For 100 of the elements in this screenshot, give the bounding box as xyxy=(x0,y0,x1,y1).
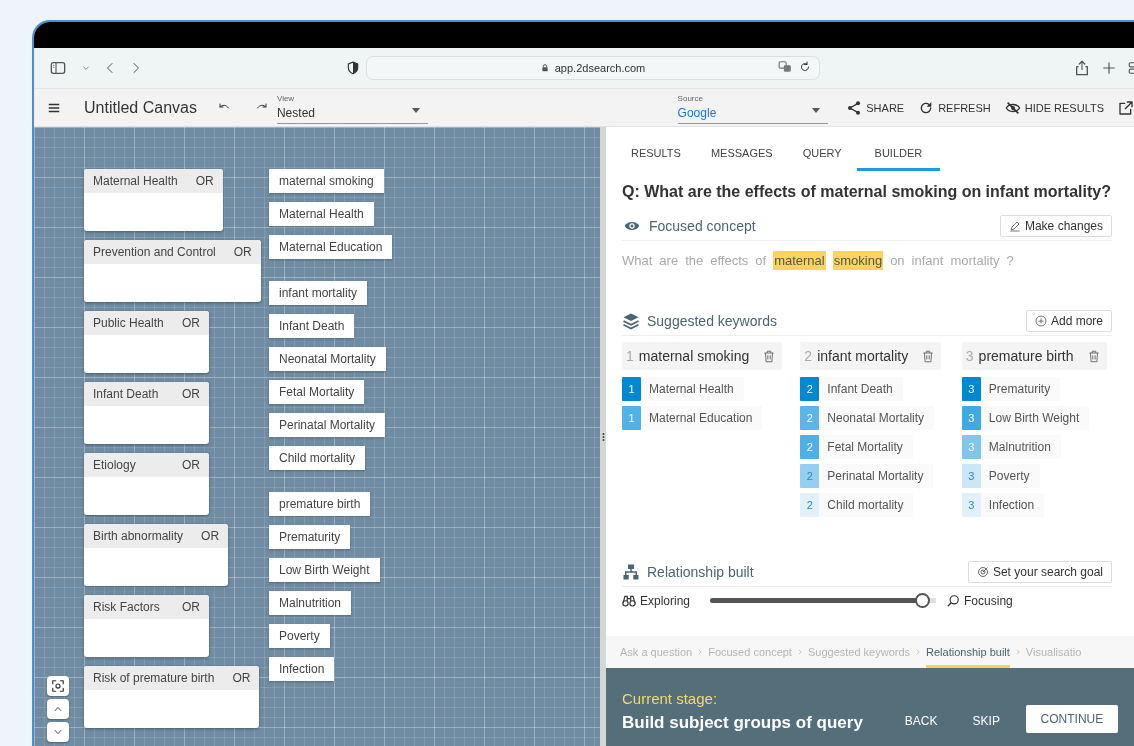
operator-label[interactable]: OR xyxy=(182,316,200,330)
keyword-item[interactable]: 3 Low Birth Weight xyxy=(961,406,1090,430)
address-bar[interactable]: app.2dsearch.com xyxy=(366,56,820,80)
keyword-item[interactable]: 2 Fetal Mortality xyxy=(800,435,913,459)
chevron-right-icon xyxy=(915,648,922,656)
open-external-icon[interactable] xyxy=(1118,99,1134,116)
translate-icon[interactable] xyxy=(777,60,793,74)
field-value: Google xyxy=(677,105,717,120)
section-title: Suggested keywords xyxy=(647,312,777,329)
group-card[interactable]: Risk Factors OR xyxy=(84,595,209,657)
chevron-up-icon xyxy=(52,704,64,714)
group-card[interactable]: Etiology OR xyxy=(84,453,209,515)
source-select[interactable]: Source Google xyxy=(677,91,829,124)
term-chip[interactable]: Maternal Health xyxy=(269,202,374,226)
share-button[interactable]: SHARE xyxy=(846,99,905,116)
keyword-item[interactable]: 3 Poverty xyxy=(961,464,1040,488)
stage-button[interactable]: SKIP xyxy=(972,714,1000,728)
group-card[interactable]: Maternal Health OR xyxy=(84,169,223,231)
share-icon xyxy=(846,99,863,116)
reload-icon[interactable] xyxy=(799,60,811,74)
operator-label[interactable]: OR xyxy=(201,529,220,543)
group-card[interactable]: Prevention and Control OR xyxy=(84,240,261,302)
term-chip[interactable]: Maternal Education xyxy=(269,235,393,259)
term-chip[interactable]: Infant Death xyxy=(269,314,355,338)
term-chip[interactable]: Poverty xyxy=(269,624,330,648)
tabs-icon[interactable] xyxy=(1128,61,1134,75)
chevron-right-icon xyxy=(1014,648,1021,656)
focus-icon xyxy=(51,679,65,693)
scroll-down-button[interactable] xyxy=(47,722,69,742)
term-chip[interactable]: maternal smoking xyxy=(269,169,384,193)
tab[interactable]: MESSAGES xyxy=(695,127,788,171)
trash-icon[interactable] xyxy=(762,348,777,364)
lock-icon xyxy=(540,63,549,73)
group-name: Maternal Health xyxy=(93,174,178,188)
keyword-badge: 1 xyxy=(622,377,641,401)
keyword-item[interactable]: 2 Infant Death xyxy=(800,377,903,401)
operator-label[interactable]: OR xyxy=(182,600,200,614)
term-chip[interactable]: premature birth xyxy=(269,492,371,516)
keyword-badge: 1 xyxy=(622,406,641,430)
drag-handle-icon[interactable] xyxy=(601,430,605,443)
slider-label: Focusing xyxy=(964,593,1013,608)
trash-icon[interactable] xyxy=(921,348,936,364)
share-icon[interactable] xyxy=(1074,59,1090,77)
stage-title: Build subject groups of query xyxy=(622,713,863,733)
keyword-name: premature birth xyxy=(978,348,1074,364)
trash-icon[interactable] xyxy=(1086,348,1101,364)
make-changes-button[interactable]: Make changes xyxy=(999,214,1112,237)
canvas-title: Untitled Canvas xyxy=(84,98,197,117)
group-name: Etiology xyxy=(93,458,136,472)
slider-label: Exploring xyxy=(640,593,691,608)
operator-label[interactable]: OR xyxy=(233,245,252,259)
search-icon xyxy=(946,593,961,608)
group-name: Prevention and Control xyxy=(93,245,216,259)
view-select[interactable]: View Nested xyxy=(276,91,428,124)
keyword-name: infant mortality xyxy=(817,348,909,364)
keyword-item[interactable]: 1 Maternal Health xyxy=(622,377,744,401)
group-card[interactable]: Risk of premature birth OR xyxy=(84,666,260,728)
plus-icon[interactable] xyxy=(1102,61,1116,75)
term-chip[interactable]: Malnutrition xyxy=(269,591,352,615)
search-goal-button[interactable]: Set your search goal xyxy=(967,560,1112,583)
term-chip[interactable]: Child mortality xyxy=(269,446,366,470)
term-chip[interactable]: Neonatal Mortality xyxy=(269,347,386,371)
stage-button[interactable]: BACK xyxy=(904,714,938,728)
sidebar-icon[interactable] xyxy=(48,60,68,76)
operator-label[interactable]: OR xyxy=(195,174,214,188)
keyword-item[interactable]: 2 Neonatal Mortality xyxy=(800,406,935,430)
keyword-item[interactable]: 3 Prematurity xyxy=(961,377,1061,401)
term-chip[interactable]: infant mortality xyxy=(269,281,368,305)
group-card[interactable]: Public Health OR xyxy=(84,311,209,373)
refresh-button[interactable]: REFRESH xyxy=(918,99,991,116)
group-card[interactable]: Infant Death OR xyxy=(84,382,209,444)
tab[interactable]: QUERY xyxy=(787,127,857,171)
term-chip[interactable]: Fetal Mortality xyxy=(269,380,365,404)
keyword-number: 1 xyxy=(626,348,634,364)
keyword-item[interactable]: 2 Perinatal Mortality xyxy=(800,464,934,488)
term-chip[interactable]: Infection xyxy=(269,657,335,681)
group-name: Public Health xyxy=(93,316,164,330)
hide-button[interactable]: HIDE RESULTS xyxy=(1004,99,1104,116)
stage-label: Current stage: xyxy=(622,690,719,707)
operator-label[interactable]: OR xyxy=(182,387,200,401)
keyword-item[interactable]: 2 Child mortality xyxy=(800,493,914,517)
shield-icon[interactable] xyxy=(346,61,360,75)
focus-button[interactable] xyxy=(47,676,69,696)
tab[interactable]: BUILDER xyxy=(856,127,941,171)
term-chip[interactable]: Low Birth Weight xyxy=(269,558,380,582)
keyword-item[interactable]: 1 Maternal Education xyxy=(622,406,763,430)
operator-label[interactable]: OR xyxy=(232,671,251,685)
term-chip[interactable]: Prematurity xyxy=(269,525,351,549)
continue-button[interactable]: CONTINUE xyxy=(1025,705,1118,733)
add-more-button[interactable]: Add more xyxy=(1025,309,1112,332)
keyword-item[interactable]: 3 Infection xyxy=(961,493,1045,517)
slider-thumb[interactable] xyxy=(914,593,930,608)
term-chip[interactable]: Perinatal Mortality xyxy=(269,413,386,437)
tab[interactable]: RESULTS xyxy=(616,127,696,171)
pencil-icon xyxy=(1008,219,1021,232)
word: ? xyxy=(1006,253,1014,268)
group-card[interactable]: Birth abnormality OR xyxy=(84,524,229,586)
operator-label[interactable]: OR xyxy=(182,458,200,472)
keyword-item[interactable]: 3 Malnutrition xyxy=(961,435,1061,459)
binoculars-icon xyxy=(622,593,636,608)
